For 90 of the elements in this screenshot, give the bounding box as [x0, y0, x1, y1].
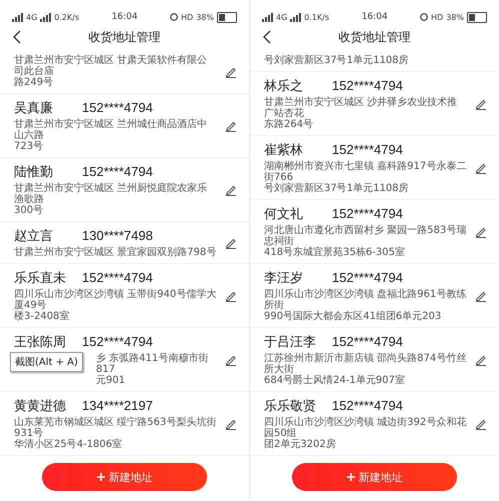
phone-number: 152****4794 [332, 334, 403, 349]
alarm-icon [170, 13, 178, 21]
add-address-button[interactable]: 新建地址 [42, 463, 207, 491]
network-speed: 0.1K/s [304, 12, 330, 22]
edit-icon[interactable] [475, 418, 487, 430]
address-text: 乡 东弧路411号南穆市街817 [96, 353, 210, 375]
edit-icon[interactable] [475, 290, 487, 302]
address-text: 团2单元3202房 [264, 439, 337, 450]
phone-number: 152****4794 [332, 142, 403, 157]
contact-name: 乐乐敬贤 [264, 398, 316, 415]
add-address-button[interactable]: 新建地址 [292, 463, 457, 491]
phone-number: 152****4794 [82, 334, 153, 349]
address-text: 号刘家营新区37号1单元1108房 [264, 55, 410, 66]
contact-name: 于吕汪李 [264, 334, 316, 351]
edit-icon[interactable] [475, 354, 487, 366]
plus-icon [346, 473, 354, 481]
page-title: 收货地址管理 [88, 28, 162, 46]
address-text: 甘肃兰州市安宁区城区 兰州厨悦庭院农家乐渔歌路 [14, 183, 208, 205]
battery-percent: 38% [446, 12, 464, 22]
phone-number: 152****4794 [332, 78, 403, 93]
contact-name: 黄黄进德 [14, 398, 66, 415]
address-text: 418号东城宜景苑35栋6-305室 [264, 247, 406, 258]
edit-icon[interactable] [225, 290, 237, 302]
contact-name: 何文礼 [264, 206, 304, 223]
address-text: 东路264号 [264, 119, 314, 130]
address-text: 四川乐山市沙湾区沙湾镇 城边街392号众和花园50组 [264, 417, 467, 439]
phone-number: 130****7498 [82, 228, 153, 243]
edit-icon[interactable] [225, 236, 237, 248]
address-text: 甘肃兰州市安宁区城区 兰州城仕商品酒店中山六路 [14, 119, 208, 141]
contact-name: 李汪岁 [264, 270, 304, 287]
alarm-icon [420, 13, 428, 21]
address-text: 湖南郴州市资兴市七里镇 嘉科路917号永泰二街766 [264, 161, 467, 183]
address-text: 684号爵士风情24-1单元907室 [264, 375, 406, 386]
address-text: 300号 [14, 205, 44, 216]
contact-name: 陆惟勤 [14, 164, 54, 181]
address-text: 甘肃兰州市安宁区城区 甘肃天策软件有限公司此台庙 [14, 55, 208, 77]
edit-icon[interactable] [225, 66, 237, 78]
back-icon[interactable] [262, 30, 272, 44]
address-text: 甘肃兰州市安宁区城区 景宜家园双别路798号 [14, 247, 217, 258]
address-text: 楼3-2408室 [14, 311, 70, 322]
hd-label: HD [181, 12, 194, 22]
contact-name: 吴真廉 [14, 100, 54, 117]
contact-name: 乐乐直未 [14, 270, 66, 287]
battery-icon [216, 12, 237, 22]
contact-name: 赵立言 [14, 228, 54, 245]
address-text: 山东莱芜市钢城区城区 绥宁路563号梨头坑街931号 [14, 417, 217, 439]
tooltip: 截图(Alt + A) [10, 352, 83, 372]
signal-icon [40, 12, 52, 22]
address-text: 甘肃兰州市安宁区城区 沙井驿乡农业技术推广站杏花 [264, 97, 458, 119]
address-text: 四川乐山市沙湾区沙湾镇 盘福北路961号教练所街 [264, 289, 467, 311]
edit-icon[interactable] [225, 418, 237, 430]
edit-icon[interactable] [225, 120, 237, 132]
address-text: 路249号 [14, 77, 54, 88]
address-text: 河北唐山市遵化市西留村乡 聚园一路583号瑞忠祠街 [264, 225, 467, 247]
network-type: 4G [26, 12, 38, 22]
address-text: 号刘家营新区37号1单元1108房 [264, 183, 410, 194]
phone-number: 152****4794 [332, 270, 403, 285]
signal-icon [12, 12, 23, 22]
hd-label: HD [431, 12, 444, 22]
clock: 16:04 [362, 12, 388, 22]
contact-name: 林乐之 [264, 78, 304, 95]
signal-icon [262, 12, 273, 22]
address-text: 元901 [96, 375, 126, 386]
phone-number: 152****4794 [82, 164, 153, 179]
battery-icon [466, 12, 487, 22]
address-text: 四川乐山市沙湾区沙湾镇 玉带街940号儒学大厦49号 [14, 289, 217, 311]
address-text: 华清小区25号4-1806室 [14, 439, 124, 450]
phone-number: 152****4794 [332, 398, 403, 413]
network-speed: 0.2K/s [54, 12, 80, 22]
address-text: 723号 [14, 141, 44, 152]
edit-icon[interactable] [225, 184, 237, 196]
edit-icon[interactable] [475, 162, 487, 174]
page-title: 收货地址管理 [338, 28, 412, 46]
phone-number: 152****4794 [332, 206, 403, 221]
signal-icon [290, 12, 302, 22]
edit-icon[interactable] [475, 226, 487, 238]
address-text: 江苏徐州市新沂市新店镇 邵尚头路874号竹丝所大街 [264, 353, 467, 375]
phone-number: 152****4794 [82, 100, 153, 115]
edit-icon[interactable] [475, 98, 487, 110]
clock: 16:04 [112, 12, 138, 22]
back-icon[interactable] [12, 30, 22, 44]
contact-name: 崔紫林 [264, 142, 304, 159]
contact-name: 王张陈周 [14, 334, 66, 351]
plus-icon [96, 473, 104, 481]
phone-number: 152****4794 [82, 270, 153, 285]
battery-percent: 38% [196, 12, 214, 22]
edit-icon[interactable] [225, 354, 237, 366]
network-type: 4G [276, 12, 288, 22]
phone-number: 134****2197 [82, 398, 153, 413]
address-text: 990号国际大都会东区41组团6单元203 [264, 311, 442, 322]
